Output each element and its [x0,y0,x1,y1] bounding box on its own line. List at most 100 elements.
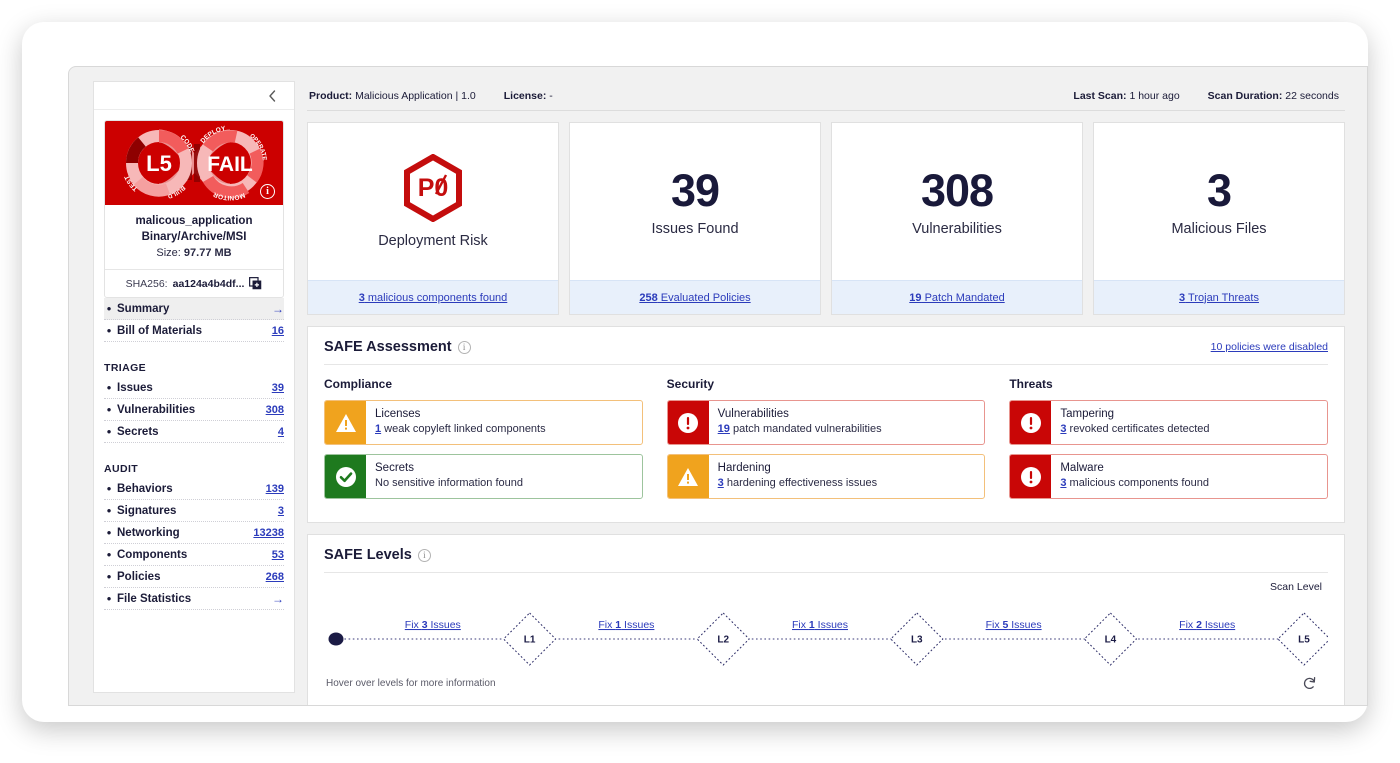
sidebar-item-label: Issues [117,381,153,394]
fix-issues-link-5[interactable]: Fix 2 Issues [1179,619,1235,631]
bullet-icon: • [106,590,112,606]
bullet-icon: • [106,379,112,395]
status-card-count[interactable]: 3 [1060,477,1066,489]
status-card-vulnerabilities[interactable]: Vulnerabilities 19 patch mandated vulnera… [666,400,986,445]
app-screenshot: CODE TEST BUILD DEPLOY OPERATE MONITOR L… [0,0,1400,763]
kpi-footer-link[interactable]: 258 Evaluated Policies [639,292,750,304]
status-card-body: Malware 3 malicious components found [1051,455,1327,498]
license-value: - [549,89,553,102]
info-icon[interactable]: i [457,340,471,354]
kpi-label: Deployment Risk [378,233,488,249]
status-card-body: Tampering 3 revoked certificates detected [1051,401,1327,444]
info-icon[interactable]: i [417,548,431,562]
kpi-footer-link[interactable]: 3 malicious components found [359,292,508,304]
sidebar-item-label: Components [117,548,188,561]
sidebar-item-secrets[interactable]: • Secrets 4 [104,421,284,443]
product-info: Product: Malicious Application | 1.0 [309,90,476,102]
policies-disabled-link[interactable]: 10 policies were disabled [1211,341,1328,353]
status-card-malware[interactable]: Malware 3 malicious components found [1009,454,1329,499]
nav-group-header: AUDIT [104,463,139,475]
sidebar-item-issues[interactable]: • Issues 39 [104,377,284,399]
sha256-row: SHA256: aa124a4b4df... [105,269,283,297]
license-label: License: [503,89,547,102]
last-scan-info: Last Scan: 1 hour ago [1073,90,1179,102]
status-card-hardening[interactable]: Hardening 3 hardening effectiveness issue… [666,454,986,499]
copy-icon[interactable] [249,277,262,290]
kpi-cards: P0 Deployment Risk 3 malicious components … [307,122,1345,315]
sidebar-item-count[interactable]: 13238 [253,527,284,539]
svg-text:Fix 3 Issues: Fix 3 Issues [405,619,461,631]
sidebar-item-count[interactable]: 3 [278,505,284,517]
sidebar-item-count[interactable]: 139 [266,483,284,495]
sidebar-item-count[interactable]: 39 [272,382,284,394]
sidebar-item-policies[interactable]: • Policies 268 [104,566,284,588]
artifact-name: malicous_application [135,215,253,227]
status-card-secrets[interactable]: Secrets No sensitive information found [324,454,643,499]
nav-group-gap [104,342,284,358]
fix-issues-link-4[interactable]: Fix 5 Issues [986,619,1042,631]
safe-assessment-header: SAFE Assessment i 10 policies were disab… [324,339,1328,365]
sidebar-item-components[interactable]: • Components 53 [104,544,284,566]
sidebar-item-vulnerabilities[interactable]: • Vulnerabilities 308 [104,399,284,421]
sidebar-item-networking[interactable]: • Networking 13238 [104,522,284,544]
kpi-footer-link[interactable]: 3 Trojan Threats [1179,292,1259,304]
bullet-icon: • [106,502,112,518]
arrow-right-icon[interactable]: → [272,302,284,316]
nav-group-header: TRIAGE [104,362,147,374]
sidebar-item-summary[interactable]: • Summary → [104,298,284,320]
bullet-icon: • [106,322,112,338]
level-node-label: L4 [1105,635,1117,646]
refresh-ccw-icon[interactable] [1302,675,1318,691]
bullet-icon: • [106,524,112,540]
artifact-card: CODE TEST BUILD DEPLOY OPERATE MONITOR L… [104,120,284,298]
status-card-tampering[interactable]: Tampering 3 revoked certificates detected [1009,400,1329,445]
devsecops-infinity-badge-icon: CODE TEST BUILD DEPLOY OPERATE MONITOR L… [123,125,266,201]
sidebar-item-bill-of-materials[interactable]: • Bill of Materials 16 [104,320,284,342]
kpi-card-issues-found: 39 Issues Found 258 Evaluated Policies [569,122,821,315]
status-card-licenses[interactable]: Licenses 1 weak copyleft linked component… [324,400,643,445]
kpi-value: 3 [1206,164,1232,216]
status-card-count[interactable]: 19 [718,423,730,435]
sha256-label: SHA256: [125,277,168,290]
kpi-body: P0 Deployment Risk [308,123,558,280]
sidebar-item-label: Vulnerabilities [117,403,196,416]
warning-triangle-icon [667,455,709,498]
sidebar-item-count[interactable]: 16 [272,325,284,337]
arrow-right-icon[interactable]: → [272,592,284,606]
sidebar-item-behaviors[interactable]: • Behaviors 139 [104,478,284,500]
status-card-body: Hardening 3 hardening effectiveness issue… [709,455,985,498]
hover-hint-text: Hover over levels for more information [326,678,496,689]
safe-levels-panel: SAFE Levels i Scan Level L1 L2 L3 L4 L5 Fix 3… [307,534,1345,705]
sidebar-item-count[interactable]: 308 [266,404,284,416]
kpi-footer: 258 Evaluated Policies [570,280,820,314]
product-value: Malicious Application | 1.0 [355,89,476,102]
status-card-sub: No sensitive information found [375,477,523,489]
safe-level-badge[interactable]: CODE TEST BUILD DEPLOY OPERATE MONITOR L… [105,121,283,205]
sidebar-item-count[interactable]: 53 [272,549,284,561]
status-card-count[interactable]: 3 [1060,423,1066,435]
artifact-type: Binary/Archive/MSI [141,231,247,243]
sidebar-item-count[interactable]: 4 [278,426,284,438]
safe-levels-timeline-wrap: Scan Level L1 L2 L3 L4 L5 Fix 3 Issues Fix 1 I… [324,579,1331,691]
safe-levels-header: SAFE Levels i [324,547,1328,573]
sha256-value: aa124a4b4df... [172,277,245,290]
status-card-title: Malware [1060,462,1104,474]
fix-issues-link-1[interactable]: Fix 3 Issues [405,619,461,631]
safe-assessment-title: SAFE Assessment [324,339,452,355]
fix-issues-link-3[interactable]: Fix 1 Issues [792,619,848,631]
artifact-size-value: 97.77 MB [183,247,232,259]
kpi-footer-link[interactable]: 19 Patch Mandated [909,292,1004,304]
warning-triangle-icon [325,401,366,444]
assessment-column-title: Threats [1009,377,1053,391]
safe-levels-title: SAFE Levels [324,547,412,563]
chevron-left-icon[interactable] [264,88,280,104]
status-card-count[interactable]: 3 [718,477,724,489]
sidebar-item-signatures[interactable]: • Signatures 3 [104,500,284,522]
sidebar-item-count[interactable]: 268 [266,571,284,583]
sidebar-item-file-statistics[interactable]: • File Statistics → [104,588,284,610]
status-card-count[interactable]: 1 [375,423,381,435]
bullet-icon: • [106,401,112,417]
badge-info-icon[interactable]: i [260,184,275,199]
fix-issues-link-2[interactable]: Fix 1 Issues [598,619,654,631]
status-card-sub: 3 revoked certificates detected [1060,423,1210,435]
